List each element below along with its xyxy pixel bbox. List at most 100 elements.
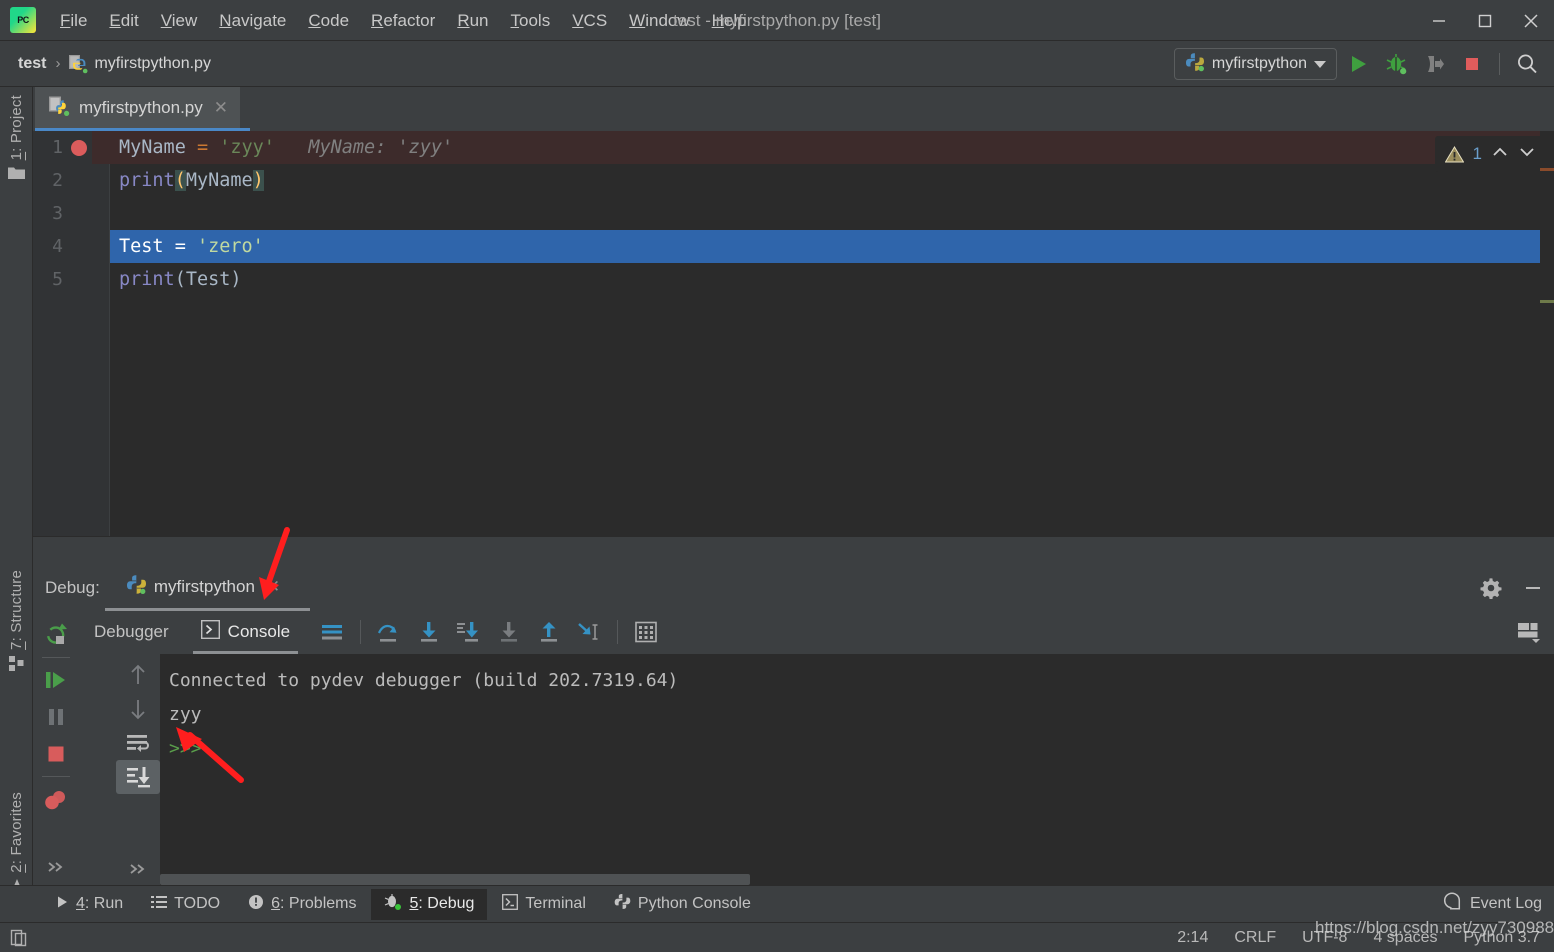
close-button[interactable] [1508,0,1554,41]
gear-icon[interactable] [1476,573,1506,603]
view-breakpoints-button[interactable] [34,781,78,818]
soft-wrap-lines-icon[interactable] [312,612,352,652]
debug-session-tab[interactable]: myfirstpython ✕ [126,574,280,602]
inspection-widget[interactable]: 1 [1434,136,1546,172]
menu-tools[interactable]: Tools [501,8,561,33]
sidebar-item-structure[interactable]: 7: Structure [0,570,33,678]
tool-window-run[interactable]: 4: Run [42,889,136,920]
run-configuration-selector[interactable]: myfirstpython [1173,48,1337,80]
menu-view[interactable]: View [151,8,208,33]
tab-console[interactable]: Console [185,610,306,654]
sidebar-item-project[interactable]: 1: Project [0,95,33,186]
python-config-icon [1185,52,1205,77]
debug-panel-title: Debug: [45,578,100,597]
debug-actions-toolbar [33,610,78,885]
code-editor[interactable]: 1 2 3 4 5 MyName = 'zyy' MyName: 'zyy' p… [33,131,1554,536]
toggle-toolwindows-icon[interactable] [10,928,30,948]
toolbar-divider [41,656,70,658]
run-to-cursor-icon[interactable] [569,612,609,652]
problems-icon [248,894,264,915]
breadcrumb-project[interactable]: test [18,55,46,73]
editor-tab-myfirstpython[interactable]: myfirstpython.py ✕ [35,87,241,129]
scroll-to-end-button[interactable] [115,760,160,794]
tool-window-debug-label: 5: Debug [409,895,475,912]
tab-console-label: Console [227,622,291,641]
console-prompt[interactable]: >>> [160,732,1554,766]
minimize-icon[interactable] [1518,573,1548,603]
debug-icon [384,893,402,915]
tool-window-terminal[interactable]: Terminal [489,889,598,920]
todo-icon [151,895,168,914]
python-interpreter[interactable]: Python 3.7 [1464,929,1541,947]
warning-icon [1444,145,1464,163]
step-into-my-code-icon[interactable] [489,612,529,652]
line-separator[interactable]: CRLF [1234,929,1276,947]
soft-wrap-button[interactable] [116,726,160,760]
chevron-down-icon [1314,60,1326,68]
maximize-button[interactable] [1462,0,1508,41]
rerun-button[interactable] [34,616,78,653]
menu-file[interactable]: File [50,8,97,33]
step-up-button[interactable] [116,658,160,692]
stop-button[interactable] [34,736,78,773]
scrollbar-thumb[interactable] [160,874,750,885]
toolbar-divider [360,620,362,644]
debug-session-name: myfirstpython [153,577,255,596]
menu-refactor[interactable]: Refactor [361,8,445,33]
previous-highlight-icon[interactable] [1491,144,1509,165]
close-icon[interactable]: ✕ [214,98,228,118]
menu-code[interactable]: Code [298,8,359,33]
force-step-into-icon[interactable] [449,612,489,652]
debug-button[interactable] [1379,47,1413,81]
file-encoding[interactable]: UTF-8 [1302,929,1347,947]
editor-tab-strip: myfirstpython.py ✕ [33,87,1554,131]
code-lines[interactable]: MyName = 'zyy' MyName: 'zyy' print(MyNam… [110,131,1554,536]
tool-window-todo[interactable]: TODO [138,889,233,920]
editor-marker-bar[interactable] [1540,131,1554,536]
pause-program-button[interactable] [34,699,78,736]
code-line-4: Test = 'zero' [119,236,264,257]
attach-to-process-button[interactable] [1417,47,1451,81]
event-log-button[interactable]: Event Log [1443,885,1542,922]
tab-debugger[interactable]: Debugger [78,610,185,654]
menu-help[interactable]: Help [702,8,757,33]
step-down-button[interactable] [116,692,160,726]
search-everywhere-button[interactable] [1510,47,1544,81]
close-icon[interactable]: ✕ [266,577,280,597]
stop-button[interactable] [1455,47,1489,81]
editor-gutter[interactable]: 1 2 3 4 5 [33,131,110,536]
more-actions-button[interactable] [34,848,78,885]
pycharm-logo-text: PC [17,15,29,25]
menu-navigate[interactable]: Navigate [209,8,296,33]
caret-position[interactable]: 2:14 [1177,929,1208,947]
tool-window-problems[interactable]: 6: Problems [235,889,369,920]
tool-window-python-console[interactable]: Python Console [601,889,764,920]
indent-setting[interactable]: 4 spaces [1373,929,1437,947]
breakpoint-icon[interactable] [71,140,87,156]
tool-window-debug[interactable]: 5: Debug [371,888,488,920]
tool-window-python-console-label: Python Console [637,895,751,912]
step-over-icon[interactable] [369,612,409,652]
debug-tabs-row: Debugger Console [78,610,1554,654]
menu-window[interactable]: Window [619,8,699,33]
breadcrumb-file[interactable]: myfirstpython.py [94,55,210,73]
console-line: Connected to pydev debugger (build 202.7… [169,670,679,691]
marker-change [1540,300,1554,303]
step-into-icon[interactable] [409,612,449,652]
next-highlight-icon[interactable] [1518,144,1536,165]
more-actions-button[interactable] [116,852,160,886]
code-line-5: print(Test) [119,269,242,290]
evaluate-expression-icon[interactable] [626,612,666,652]
console-line: zyy [169,704,202,725]
menu-run[interactable]: Run [447,8,498,33]
console-horizontal-scrollbar[interactable] [160,872,1554,886]
console-output[interactable]: Connected to pydev debugger (build 202.7… [160,654,1554,886]
menu-vcs[interactable]: VCS [562,8,617,33]
debug-panel-header-actions [1476,566,1548,610]
menu-edit[interactable]: Edit [99,8,148,33]
minimize-button[interactable] [1416,0,1462,41]
resume-program-button[interactable] [34,662,78,699]
status-bar: 2:14 CRLF UTF-8 4 spaces Python 3.7 [0,922,1554,952]
step-out-icon[interactable] [529,612,569,652]
run-button[interactable] [1341,47,1375,81]
